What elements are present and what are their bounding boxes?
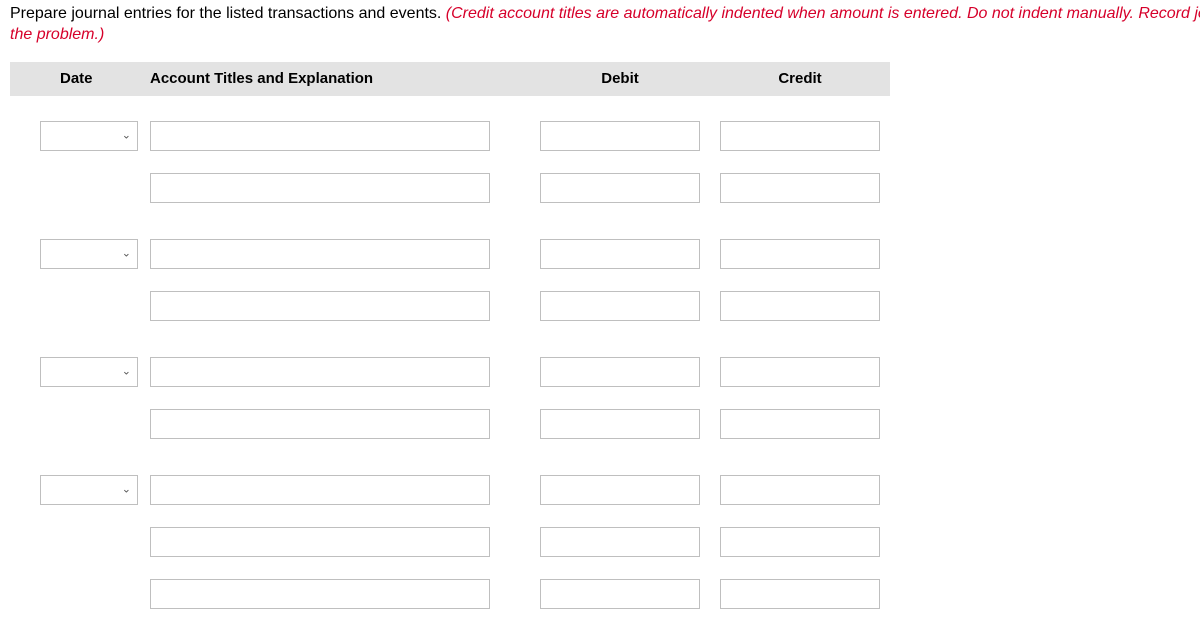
chevron-down-icon: ⌄ <box>122 130 131 141</box>
instructions-text: Prepare journal entries for the listed t… <box>10 4 1200 46</box>
cell-titles <box>150 121 530 151</box>
journal-table: Date Account Titles and Explanation Debi… <box>10 62 890 612</box>
table-row: ⌄ <box>10 472 890 508</box>
cell-debit <box>530 173 710 203</box>
debit-input[interactable] <box>540 475 700 505</box>
cell-credit <box>710 173 890 203</box>
account-title-input[interactable] <box>150 475 490 505</box>
date-select[interactable]: ⌄ <box>40 239 138 269</box>
cell-debit <box>530 475 710 505</box>
header-titles: Account Titles and Explanation <box>150 70 530 87</box>
cell-debit <box>530 121 710 151</box>
table-row <box>10 170 890 206</box>
cell-debit <box>530 409 710 439</box>
cell-titles <box>150 475 530 505</box>
table-row: ⌄ <box>10 354 890 390</box>
cell-date <box>10 527 150 557</box>
account-title-input[interactable] <box>150 409 490 439</box>
header-debit: Debit <box>530 70 710 87</box>
debit-input[interactable] <box>540 173 700 203</box>
table-row <box>10 524 890 560</box>
cell-debit <box>530 527 710 557</box>
account-title-input[interactable] <box>150 357 490 387</box>
credit-input[interactable] <box>720 291 880 321</box>
cell-titles <box>150 527 530 557</box>
cell-credit <box>710 579 890 609</box>
credit-input[interactable] <box>720 475 880 505</box>
account-title-input[interactable] <box>150 121 490 151</box>
cell-debit <box>530 579 710 609</box>
table-body: ⌄ ⌄ ⌄ ⌄ <box>10 96 890 612</box>
cell-credit <box>710 357 890 387</box>
debit-input[interactable] <box>540 409 700 439</box>
credit-input[interactable] <box>720 173 880 203</box>
cell-titles <box>150 173 530 203</box>
cell-titles <box>150 579 530 609</box>
credit-input[interactable] <box>720 357 880 387</box>
table-row: ⌄ <box>10 118 890 154</box>
cell-credit <box>710 121 890 151</box>
account-title-input[interactable] <box>150 291 490 321</box>
table-row: ⌄ <box>10 236 890 272</box>
account-title-input[interactable] <box>150 579 490 609</box>
credit-input[interactable] <box>720 527 880 557</box>
instructions-part2: (Credit account titles are automatically… <box>446 5 1200 22</box>
table-row <box>10 406 890 442</box>
credit-input[interactable] <box>720 121 880 151</box>
instructions-part3: the problem.) <box>10 25 1200 46</box>
cell-debit <box>530 239 710 269</box>
chevron-down-icon: ⌄ <box>122 248 131 259</box>
cell-credit <box>710 291 890 321</box>
header-credit: Credit <box>710 70 890 87</box>
account-title-input[interactable] <box>150 173 490 203</box>
debit-input[interactable] <box>540 579 700 609</box>
debit-input[interactable] <box>540 121 700 151</box>
debit-input[interactable] <box>540 357 700 387</box>
table-row <box>10 576 890 612</box>
header-date: Date <box>10 70 150 87</box>
cell-credit <box>710 527 890 557</box>
cell-date <box>10 291 150 321</box>
cell-credit <box>710 239 890 269</box>
cell-date: ⌄ <box>10 475 150 505</box>
cell-titles <box>150 239 530 269</box>
cell-titles <box>150 357 530 387</box>
cell-credit <box>710 475 890 505</box>
chevron-down-icon: ⌄ <box>122 484 131 495</box>
cell-date: ⌄ <box>10 357 150 387</box>
account-title-input[interactable] <box>150 239 490 269</box>
cell-debit <box>530 357 710 387</box>
date-select[interactable]: ⌄ <box>40 121 138 151</box>
debit-input[interactable] <box>540 527 700 557</box>
instructions-part1: Prepare journal entries for the listed t… <box>10 5 446 22</box>
credit-input[interactable] <box>720 579 880 609</box>
cell-date <box>10 579 150 609</box>
cell-credit <box>710 409 890 439</box>
debit-input[interactable] <box>540 291 700 321</box>
cell-debit <box>530 291 710 321</box>
cell-date <box>10 173 150 203</box>
chevron-down-icon: ⌄ <box>122 366 131 377</box>
page-root: Prepare journal entries for the listed t… <box>0 0 1200 612</box>
debit-input[interactable] <box>540 239 700 269</box>
table-header: Date Account Titles and Explanation Debi… <box>10 62 890 96</box>
cell-date <box>10 409 150 439</box>
cell-titles <box>150 409 530 439</box>
credit-input[interactable] <box>720 239 880 269</box>
date-select[interactable]: ⌄ <box>40 475 138 505</box>
table-row <box>10 288 890 324</box>
cell-date: ⌄ <box>10 121 150 151</box>
date-select[interactable]: ⌄ <box>40 357 138 387</box>
cell-titles <box>150 291 530 321</box>
account-title-input[interactable] <box>150 527 490 557</box>
cell-date: ⌄ <box>10 239 150 269</box>
credit-input[interactable] <box>720 409 880 439</box>
